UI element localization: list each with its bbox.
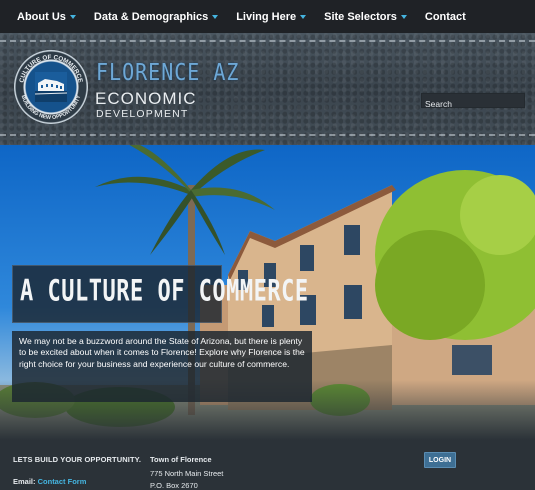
- footer-tagline: LETS BUILD YOUR OPPORTUNITY.: [13, 455, 142, 464]
- site-footer: LETS BUILD YOUR OPPORTUNITY. Email: Cont…: [0, 440, 535, 490]
- brand-florence-az: FLORENCE AZ: [96, 58, 240, 86]
- footer-address-line1: 775 North Main Street: [150, 469, 224, 478]
- hero-banner: A CULTURE OF COMMERCE We may not be a bu…: [0, 145, 535, 440]
- caret-down-icon: [400, 14, 407, 19]
- footer-email: Email: Contact Form: [13, 477, 86, 486]
- hero-title-box: A CULTURE OF COMMERCE: [12, 265, 308, 323]
- stitch-divider: [0, 40, 535, 42]
- footer-org-name: Town of Florence: [150, 455, 212, 464]
- nav-item-label: About Us: [17, 10, 66, 23]
- brand-economic: ECONOMIC: [95, 89, 197, 108]
- hero-text: We may not be a buzzword around the Stat…: [19, 336, 305, 369]
- brand-development: DEVELOPMENT: [96, 108, 189, 120]
- nav-item-living-here[interactable]: Living Here: [227, 0, 315, 33]
- nav-item-label: Contact: [424, 10, 466, 23]
- town-seal-logo[interactable]: CULTURE OF COMMERCE BUILDING NEW OPPORTU…: [14, 50, 88, 124]
- site-header: CULTURE OF COMMERCE BUILDING NEW OPPORTU…: [0, 33, 535, 145]
- nav-item-site-selectors[interactable]: Site Selectors: [315, 0, 416, 33]
- search-box: [421, 93, 525, 111]
- nav-item-label: Site Selectors: [324, 10, 397, 23]
- hero-title: A CULTURE OF COMMERCE: [20, 275, 309, 309]
- footer-address-line2: P.O. Box 2670: [150, 481, 198, 490]
- caret-down-icon: [300, 14, 307, 19]
- nav-item-label: Data & Demographics: [93, 10, 209, 23]
- nav-item-data-demographics[interactable]: Data & Demographics: [85, 0, 227, 33]
- nav-item-label: Living Here: [236, 10, 297, 23]
- nav-item-contact[interactable]: Contact: [416, 0, 475, 33]
- hero-text-box: We may not be a buzzword around the Stat…: [12, 331, 312, 402]
- stitch-divider: [0, 134, 535, 136]
- caret-down-icon: [212, 14, 219, 19]
- caret-down-icon: [69, 14, 76, 19]
- contact-form-link[interactable]: Contact Form: [38, 477, 87, 486]
- login-button[interactable]: LOGIN: [424, 452, 456, 468]
- email-label: Email:: [13, 477, 36, 486]
- nav-item-about-us[interactable]: About Us: [8, 0, 85, 33]
- search-input[interactable]: [422, 97, 524, 111]
- main-nav: About Us Data & Demographics Living Here…: [0, 0, 535, 33]
- building-icon: [35, 72, 67, 102]
